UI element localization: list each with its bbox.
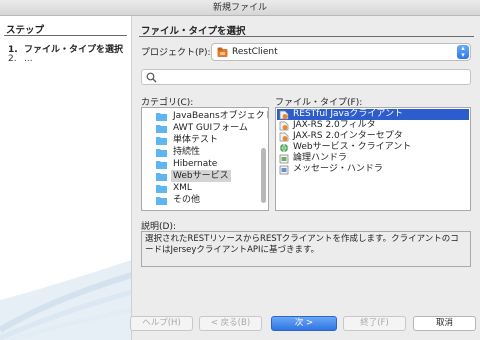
back-button[interactable]: < 戻る(B) <box>199 316 262 331</box>
file-type-item-label: JAX-RS 2.0インターセプタ <box>293 131 403 141</box>
category-item-label: AWT GUIフォーム <box>173 123 248 133</box>
category-item-label: Hibernate <box>173 159 218 169</box>
category-item-label: JavaBeansオブジェクト <box>173 111 269 121</box>
step-2-number: 2. <box>8 54 17 64</box>
file-type-item-label: メッセージ・ハンドラ <box>293 164 383 174</box>
project-select[interactable]: RestClient ▴ ▾ <box>211 43 471 61</box>
steps-divider <box>4 35 127 36</box>
file-type-item-label: 論理ハンドラ <box>293 153 348 163</box>
file-type-item-label: Webサービス・クライアント <box>293 142 412 152</box>
file-type-item-web-service-client[interactable]: Webサービス・クライアント <box>277 142 469 153</box>
file-type-item-label: RESTful Javaクライアント <box>293 109 404 119</box>
finish-button[interactable]: 終了(F) <box>343 316 406 331</box>
project-value: RestClient <box>232 47 278 57</box>
button-bar: ヘルプ(H) < 戻る(B) 次 > 終了(F) 取消 <box>130 312 480 340</box>
window-title: 新規ファイル <box>212 3 267 13</box>
category-item-label: Webサービス <box>171 170 231 182</box>
section-title: ファイル・タイプを選択 <box>141 26 246 37</box>
chevron-updown-icon[interactable]: ▴ ▾ <box>457 45 469 59</box>
logical-handler-icon <box>279 154 289 164</box>
content-panel: ファイル・タイプを選択 プロジェクト(P): RestClient ▴ ▾ カテゴ… <box>133 16 480 312</box>
file-type-item-jaxrs-filter[interactable]: JAX-RS 2.0フィルタ <box>277 120 469 131</box>
search-input[interactable] <box>141 69 471 85</box>
folder-icon <box>156 113 167 121</box>
title-bar[interactable]: 新規ファイル <box>0 0 480 16</box>
file-type-item-message-handler[interactable]: メッセージ・ハンドラ <box>277 164 469 175</box>
step-2: 2.... <box>8 54 33 64</box>
folder-icon <box>156 161 167 169</box>
jaxrs-filter-icon <box>279 121 289 131</box>
file-type-item-restful-client[interactable]: RESTful Javaクライアント <box>277 109 469 120</box>
category-list[interactable]: JavaBeansオブジェクト AWT GUIフォーム 単体テスト 持続性 Hi… <box>141 107 269 211</box>
category-item-label: その他 <box>173 195 201 205</box>
step-1-label: ファイル・タイプを選択 <box>24 45 124 55</box>
file-type-item-logical-handler[interactable]: 論理ハンドラ <box>277 153 469 164</box>
file-type-list[interactable]: RESTful Javaクライアント JAX-RS 2.0フィルタ JAX-RS… <box>275 107 471 211</box>
project-icon <box>217 47 228 57</box>
cancel-button[interactable]: 取消 <box>413 316 476 331</box>
step-2-label: ... <box>24 54 33 64</box>
folder-icon <box>156 125 167 133</box>
help-button[interactable]: ヘルプ(H) <box>130 316 193 331</box>
project-label: プロジェクト(P): <box>141 48 211 58</box>
file-type-item-label: JAX-RS 2.0フィルタ <box>293 120 376 130</box>
category-scrollbar-thumb[interactable] <box>261 148 266 203</box>
category-item-label: XML <box>173 183 192 193</box>
steps-title: ステップ <box>6 25 45 36</box>
wizard-decoration <box>0 260 131 340</box>
web-service-client-icon <box>280 143 288 153</box>
folder-icon <box>156 149 167 157</box>
category-item-label: 持続性 <box>173 147 201 157</box>
folder-icon <box>156 173 167 181</box>
folder-icon <box>156 137 167 145</box>
category-item-label: 単体テスト <box>173 135 219 145</box>
search-icon <box>146 72 157 83</box>
section-divider <box>139 36 474 37</box>
folder-icon <box>156 197 167 205</box>
message-handler-icon <box>279 165 289 175</box>
folder-icon <box>156 185 167 193</box>
file-type-item-jaxrs-interceptor[interactable]: JAX-RS 2.0インターセプタ <box>277 131 469 142</box>
steps-panel: ステップ 1. ファイル・タイプを選択 2.... <box>0 16 132 340</box>
rest-client-icon <box>279 110 289 120</box>
jaxrs-interceptor-icon <box>279 132 289 142</box>
description-text: 選択されたRESTリソースからRESTクライアントを作成します。クライアントのコ… <box>141 231 471 267</box>
next-button[interactable]: 次 > <box>271 316 337 331</box>
